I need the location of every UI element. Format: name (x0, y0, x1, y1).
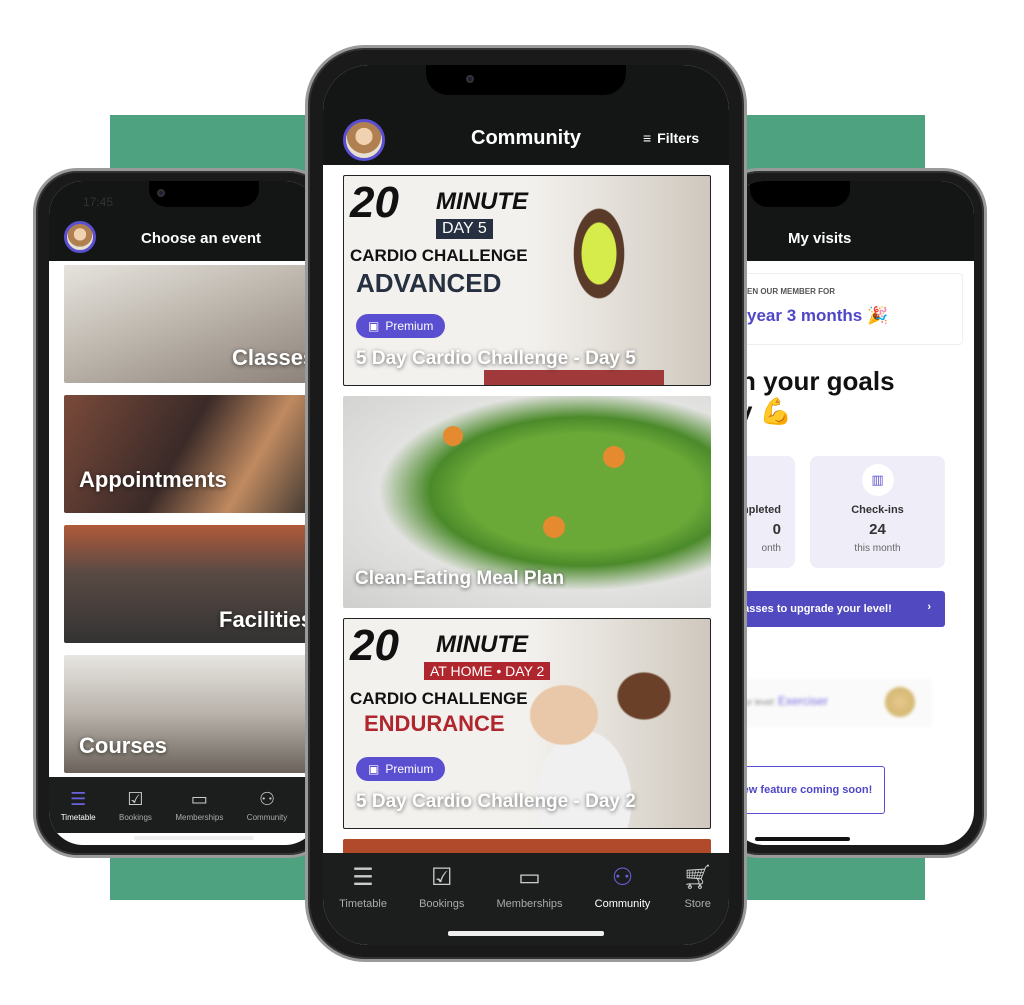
home-indicator (134, 836, 254, 840)
avatar[interactable] (343, 119, 385, 161)
event-card-classes[interactable]: Classes (64, 265, 319, 383)
content-card[interactable]: Clean-Eating Meal Plan (343, 396, 711, 608)
list-icon: ☰ (352, 864, 374, 891)
chevron-right-icon: › (927, 601, 931, 613)
clipboard-check-icon: ☑ (127, 788, 144, 809)
event-card-courses[interactable]: Courses (64, 655, 319, 773)
bottom-nav: ☰ Timetable ☑ Bookings ▭ Memberships ⚇ Commu… (49, 777, 319, 833)
event-card-appointments[interactable]: Appointments (64, 395, 319, 513)
nav-store[interactable]: 🛒︎ Store (682, 863, 712, 910)
event-card-facilities[interactable]: Facilities (64, 525, 319, 643)
level-card[interactable]: Your level: Exerciser (730, 679, 932, 727)
upgrade-banner[interactable]: classes to upgrade your level! › (730, 591, 945, 627)
people-icon: ⚇ (611, 864, 634, 891)
nav-community[interactable]: ⚇ Community (247, 789, 287, 822)
new-feature-button[interactable]: New feature coming soon! (730, 766, 885, 814)
center-phone: Community ≡ Filters 20 MINUTE DAY 5 CARDI… (305, 45, 747, 962)
barcode-icon: ▥ (861, 464, 894, 496)
ticket-icon: ▣ (368, 319, 380, 333)
page-title: Community (471, 127, 581, 149)
list-icon: ☰ (70, 788, 87, 809)
clipboard-check-icon: ☑ (430, 864, 453, 891)
page-title: My visits (788, 230, 852, 247)
nav-memberships[interactable]: ▭ Memberships (175, 789, 223, 822)
stat-check-ins: ▥ Check-ins 24 this month (810, 456, 945, 568)
nav-bookings[interactable]: ☑ Bookings (419, 863, 464, 910)
membership-card-icon: ▭ (518, 864, 541, 891)
cart-icon: 🛒︎ (682, 864, 713, 891)
nav-timetable[interactable]: ☰ Timetable (339, 863, 387, 910)
membership-card-icon: ▭ (190, 788, 208, 809)
ticket-icon: ▣ (368, 762, 380, 776)
nav-community[interactable]: ⚇ Community (595, 863, 651, 910)
level-avatar (885, 687, 915, 717)
people-icon: ⚇ (258, 788, 276, 809)
home-indicator (448, 931, 604, 936)
avatar[interactable] (64, 221, 96, 253)
content-card[interactable]: 20 MINUTE AT HOME • DAY 2 CARDIO CHALLEN… (343, 618, 711, 829)
page-title: Choose an event (141, 230, 262, 247)
left-phone: 17:45 Choose an event Classes Appointmen… (33, 168, 333, 858)
nav-bookings[interactable]: ☑ Bookings (119, 789, 152, 822)
premium-badge: ▣ Premium (356, 757, 446, 781)
member-card: EN OUR MEMBER FOR year 3 months 🎉 (730, 273, 963, 345)
home-indicator (755, 837, 850, 841)
filters-button[interactable]: ≡ Filters (643, 130, 699, 146)
right-phone: My visits EN OUR MEMBER FOR year 3 month… (715, 168, 987, 858)
nav-timetable[interactable]: ☰ Timetable (61, 789, 96, 822)
premium-badge: ▣ Premium (356, 314, 446, 338)
nav-memberships[interactable]: ▭ Memberships (497, 863, 563, 910)
filter-icon: ≡ (643, 130, 652, 146)
status-time: 17:45 (83, 195, 114, 209)
content-card[interactable]: 20 MINUTE DAY 5 CARDIO CHALLENGE ADVANCE… (343, 175, 711, 386)
goals-heading: n your goals (740, 366, 895, 396)
